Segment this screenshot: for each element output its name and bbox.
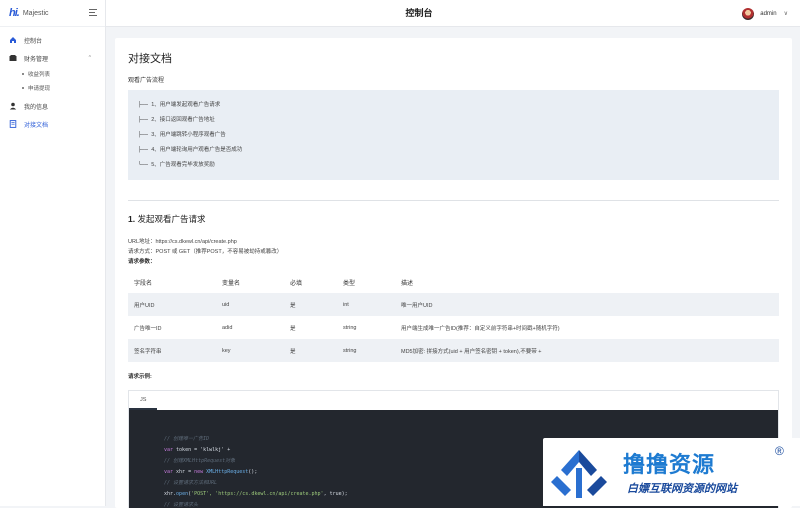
sidebar-item-docs[interactable]: 对接文档	[0, 115, 105, 133]
sidebar-item-label: 财务管理	[24, 56, 49, 63]
divider	[128, 200, 779, 201]
column-header: 字段名	[134, 280, 153, 287]
flow-step: ├── 4、用户端轮询用户观看广告是否成功	[138, 147, 243, 153]
table-cell: string	[337, 339, 395, 362]
column-header: 类型	[343, 280, 356, 287]
url-line: URL地址：https://cs.dkewl.cn/api/create.php	[128, 239, 237, 245]
bullet-icon	[22, 73, 24, 75]
sidebar-nav: 控制台 财务管理 ^ 收益列表 申请提现 我的信息 对接文档	[0, 27, 105, 133]
avatar[interactable]	[742, 7, 755, 20]
sidebar-item-dashboard[interactable]: 控制台	[0, 31, 105, 49]
chevron-up-icon[interactable]: ^	[89, 55, 91, 61]
table-header-row: 字段名 变量名 必填 类型 描述	[128, 271, 779, 293]
table-cell: 是	[284, 293, 337, 316]
wallet-icon	[9, 54, 17, 62]
document-icon	[9, 120, 17, 128]
table-cell: uid	[216, 293, 284, 316]
column-header: 描述	[401, 280, 414, 287]
example-label: 请求示例:	[128, 374, 152, 380]
code-tabs: JS	[129, 391, 778, 410]
table-cell: MD5加密: 拼接方式(uid + 用户签名密钥 + token),不要带 +	[395, 339, 779, 362]
sidebar-item-label: 控制台	[24, 38, 43, 45]
sidebar-subitem-withdraw[interactable]: 申请提现	[0, 81, 105, 95]
sidebar-subitem-label: 收益列表	[28, 72, 51, 78]
table-cell: 是	[290, 325, 296, 332]
table-row: 签名字符串 key 是 string MD5加密: 拼接方式(uid + 用户签…	[128, 339, 779, 362]
table-cell: key	[216, 339, 284, 362]
table-cell: 是	[284, 339, 337, 362]
brand-name: Majestic	[22, 9, 49, 17]
watermark-subtitle: 白嫖互联网资源的网站	[627, 483, 737, 495]
table-cell: 唯一用户UID	[395, 293, 779, 316]
bullet-icon	[22, 87, 24, 89]
tab-js[interactable]: JS	[140, 397, 146, 403]
params-table: 字段名 变量名 必填 类型 描述 用户UID uid 是 int 唯一用户UID…	[128, 271, 779, 362]
brand-logo: hi.	[9, 7, 20, 19]
doc-title: 对接文档	[128, 53, 172, 65]
watermark-logo-icon	[551, 450, 607, 498]
table-row: 用户UID uid 是 int 唯一用户UID	[128, 293, 779, 316]
page-title: 控制台	[405, 8, 433, 18]
table-cell: 用户端生成唯一广告ID(推荐：自定义前字符串+时间戳+随机字符)	[401, 325, 560, 332]
column-header: 变量名	[222, 280, 241, 287]
flow-block: ├── 1、用户端发起观看广告请求 ├── 2、接口返回观看广告地址 ├── 3…	[128, 90, 779, 180]
registered-mark: ®	[775, 444, 784, 458]
sidebar: hi. Majestic 控制台 财务管理 ^ 收益列表 申请提现 我的信息 对…	[0, 0, 106, 506]
table-cell: adid	[222, 324, 233, 331]
watermark-title: 撸撸资源	[623, 452, 716, 477]
table-cell: int	[337, 293, 395, 316]
flow-step: ├── 2、接口返回观看广告地址	[138, 117, 215, 123]
flow-step: └── 5、广告观看完毕发放奖励	[138, 162, 215, 168]
sidebar-item-label: 对接文档	[24, 122, 49, 129]
table-cell: 广告唯一ID	[134, 325, 162, 332]
flow-step: ├── 3、用户端跳转小程序观看广告	[138, 132, 226, 138]
flow-label: 观看广告流程	[128, 78, 165, 84]
sidebar-subitem-earnings[interactable]: 收益列表	[0, 67, 105, 81]
username[interactable]: admin	[760, 11, 776, 17]
sidebar-subitem-label: 申请提现	[28, 86, 51, 92]
sidebar-item-profile[interactable]: 我的信息	[0, 97, 105, 115]
active-tab-indicator	[129, 408, 157, 410]
table-cell: 用户UID	[128, 293, 216, 316]
chevron-down-icon[interactable]: ∨	[784, 10, 788, 17]
watermark: 撸撸资源 ® 白嫖互联网资源的网站	[543, 438, 800, 506]
user-menu[interactable]: admin ∨	[742, 0, 788, 27]
sidebar-item-label: 我的信息	[24, 104, 49, 111]
top-bar: 控制台 admin ∨	[106, 0, 800, 27]
column-header: 必填	[290, 280, 303, 287]
user-icon	[9, 102, 17, 110]
menu-toggle-icon[interactable]	[89, 9, 97, 16]
sidebar-item-finance[interactable]: 财务管理 ^	[0, 49, 105, 67]
table-cell: string	[343, 324, 357, 331]
flow-step: ├── 1、用户端发起观看广告请求	[138, 102, 221, 108]
section-heading: 1. 发起观看广告请求	[128, 214, 206, 224]
params-label: 请求参数：	[128, 259, 156, 265]
method-line: 请求方式：POST 或 GET（推荐POST，不容易被劫持或篡改）	[128, 249, 283, 255]
table-cell: 签名字符串	[128, 339, 216, 362]
table-row: 广告唯一ID adid 是 string 用户端生成唯一广告ID(推荐：自定义前…	[128, 316, 779, 339]
home-icon	[9, 36, 17, 44]
